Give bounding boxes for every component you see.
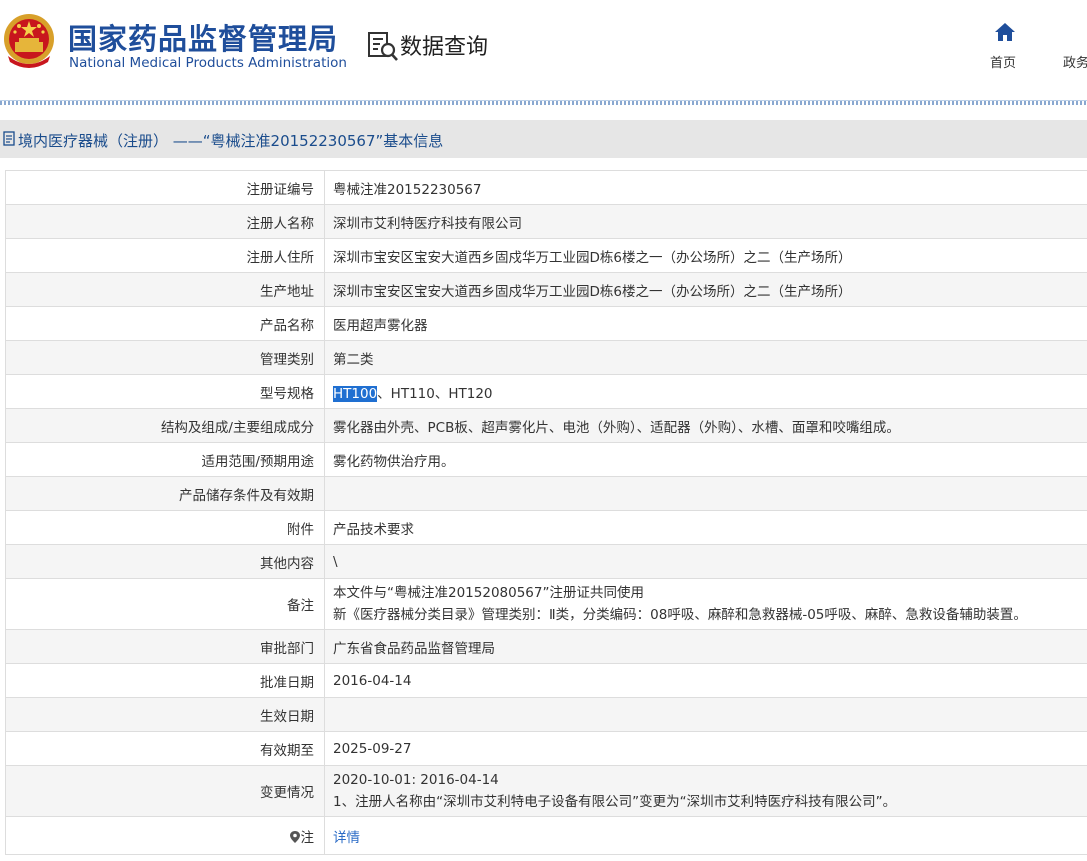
row-value: 2016-04-14 [324,663,1087,698]
remark-line-1: 本文件与“粤械注准20152080567”注册证共同使用 [333,585,644,601]
nav-home[interactable]: 首页 [985,22,1029,72]
row-value [324,476,1087,511]
row-value: 医用超声雾化器 [324,306,1087,341]
row-value: 深圳市艾利特医疗科技有限公司 [324,204,1087,239]
nav-home-label: 首页 [990,56,1017,71]
row-label: 结构及组成/主要组成成分 [5,408,325,443]
site-title: 国家药品监督管理局 [68,22,339,56]
row-value: 2020-10-01: 2016-04-14 1、注册人名称由“深圳市艾利特电子设… [324,765,1087,817]
table-row: 其他内容 \ [5,544,1087,579]
change-line-1: 2020-10-01: 2016-04-14 [333,772,499,788]
row-value: 第二类 [324,340,1087,375]
row-label: 注册人住所 [5,238,325,273]
table-row: 型号规格 HT100、HT110、HT120 [5,374,1087,409]
row-label: 批准日期 [5,663,325,698]
row-label: 产品名称 [5,306,325,341]
row-value [324,697,1087,732]
row-value: \ [324,544,1087,579]
table-row: 变更情况 2020-10-01: 2016-04-14 1、注册人名称由“深圳市艾利… [5,765,1087,817]
row-value-rest: 、HT110、HT120 [377,385,493,402]
site-header: 国家药品监督管理局 National Medical Products Admi… [0,0,1087,100]
breadcrumb: 境内医疗器械（注册） ——“粤械注准20152230567”基本信息 [0,120,1087,158]
table-row: 注册证编号 粤械注准20152230567 [5,170,1087,205]
row-label: 管理类别 [5,340,325,375]
change-line-2: 1、注册人名称由“深圳市艾利特电子设备有限公司”变更为“深圳市艾利特医疗科技有限… [333,794,897,810]
row-value: 详情 [324,816,1087,855]
row-label: 生效日期 [5,697,325,732]
details-link[interactable]: 详情 [333,830,360,846]
row-label: 附件 [5,510,325,545]
table-row: 生效日期 [5,697,1087,732]
table-row: 批准日期 2016-04-14 [5,663,1087,698]
row-label: 产品储存条件及有效期 [5,476,325,511]
national-emblem-icon [4,14,54,68]
row-label: 生产地址 [5,272,325,307]
row-value: HT100、HT110、HT120 [324,374,1087,409]
document-icon [3,131,15,146]
table-row: 管理类别 第二类 [5,340,1087,375]
row-label: 审批部门 [5,629,325,664]
remark-line-2: 新《医疗器械分类目录》管理类别：Ⅱ类，分类编码：08呼吸、麻醉和急救器械-05呼… [333,607,1027,623]
table-row: 产品名称 医用超声雾化器 [5,306,1087,341]
note-label: 注 [300,829,315,846]
device-info-table: 注册证编号 粤械注准20152230567 注册人名称 深圳市艾利特医疗科技有限公司… [5,170,1087,855]
row-value: 粤械注准20152230567 [324,170,1087,205]
table-row: 产品储存条件及有效期 [5,476,1087,511]
pin-icon [289,830,300,843]
site-title-english: National Medical Products Administration [69,55,347,71]
table-row: 结构及组成/主要组成成分 雾化器由外壳、PCB板、超声雾化片、电池（外购）、适配器… [5,408,1087,443]
section-title: 数据查询 [400,35,489,60]
row-value: 雾化器由外壳、PCB板、超声雾化片、电池（外购）、适配器（外购）、水槽、面罩和咬… [324,408,1087,443]
table-row: 注册人住所 深圳市宝安区宝安大道西乡固戍华万工业园D栋6楼之一（办公场所）之二（生… [5,238,1087,273]
nav-gov-affairs[interactable]: 政务 [1063,52,1087,71]
row-label: 备注 [5,578,325,630]
table-row: 生产地址 深圳市宝安区宝安大道西乡固戍华万工业园D栋6楼之一（办公场所）之二（生产… [5,272,1087,307]
row-value: 广东省食品药品监督管理局 [324,629,1087,664]
row-label: 注册证编号 [5,170,325,205]
row-value: 深圳市宝安区宝安大道西乡固戍华万工业园D栋6楼之一（办公场所）之二（生产场所） [324,272,1087,307]
selected-text: HT100 [333,385,378,402]
row-label: 变更情况 [5,765,325,817]
row-value: 本文件与“粤械注准20152080567”注册证共同使用新《医疗器械分类目录》管… [324,578,1087,630]
row-label: 型号规格 [5,374,325,409]
table-row: 注册人名称 深圳市艾利特医疗科技有限公司 [5,204,1087,239]
row-value: 产品技术要求 [324,510,1087,545]
header-divider [0,100,1087,105]
table-row: 适用范围/预期用途 雾化药物供治疗用。 [5,442,1087,477]
row-value: 深圳市宝安区宝安大道西乡固戍华万工业园D栋6楼之一（办公场所）之二（生产场所） [324,238,1087,273]
data-query-icon [368,32,398,61]
table-row: 注 详情 [5,816,1087,855]
row-value: 雾化药物供治疗用。 [324,442,1087,477]
row-label: 有效期至 [5,731,325,766]
home-icon [995,23,1015,41]
row-label: 其他内容 [5,544,325,579]
table-row: 有效期至 2025-09-27 [5,731,1087,766]
table-row: 备注 本文件与“粤械注准20152080567”注册证共同使用新《医疗器械分类目录… [5,578,1087,630]
table-row: 审批部门 广东省食品药品监督管理局 [5,629,1087,664]
page-title: 境内医疗器械（注册） ——“粤械注准20152230567”基本信息 [18,132,444,150]
table-row: 附件 产品技术要求 [5,510,1087,545]
row-label: 注册人名称 [5,204,325,239]
row-value: 2025-09-27 [324,731,1087,766]
row-label: 适用范围/预期用途 [5,442,325,477]
row-label: 注 [5,816,325,855]
